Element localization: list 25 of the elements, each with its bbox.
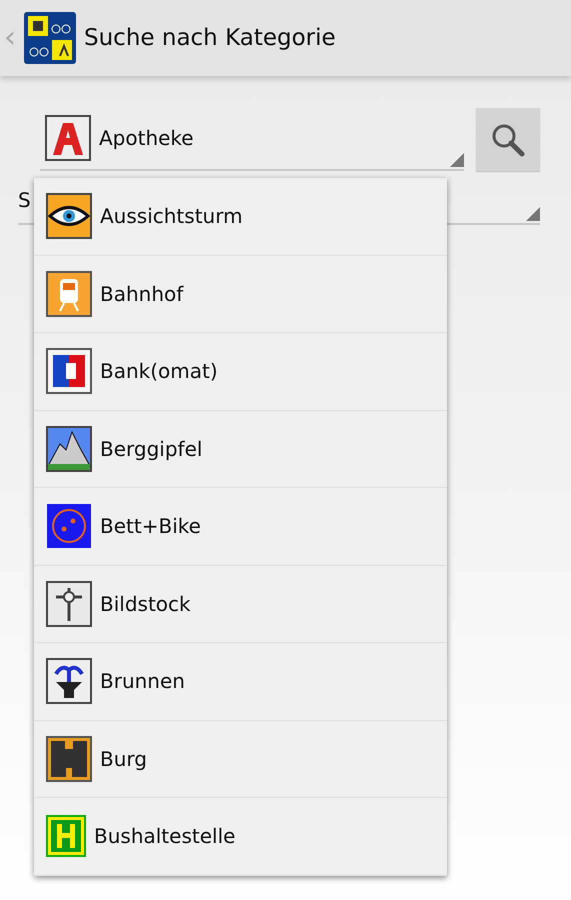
search-button[interactable] [476,108,540,171]
castle-icon [46,736,92,782]
mountain-icon [46,426,92,472]
category-dropdown[interactable]: Apotheke [40,115,464,171]
app-logo [24,12,76,64]
dropdown-item[interactable]: Bett+Bike [34,488,447,566]
dropdown-item[interactable]: Bushaltestelle [34,798,447,876]
fountain-icon [46,658,92,704]
dropdown-arrow-icon [450,153,464,167]
dropdown-item[interactable]: Brunnen [34,643,447,720]
dropdown-item[interactable]: Bildstock [34,566,447,643]
eye-icon [46,193,92,240]
dropdown-item[interactable]: Aussichtsturm [34,178,447,256]
train-icon [46,270,92,317]
dropdown-item[interactable]: Bahnhof [34,256,447,333]
card-icon [46,348,92,394]
pharmacy-icon [45,115,91,161]
dropdown-item[interactable]: Bank(omat) [34,333,447,410]
dropdown-item[interactable]: Berggipfel [34,410,447,488]
dropdown-item[interactable]: Burg [34,720,447,798]
cross-icon [46,580,92,627]
screen-title: Suche nach Kategorie [84,24,336,53]
dropdown-arrow-icon [526,207,540,221]
search-icon [490,122,526,158]
bus-stop-icon [46,815,86,858]
